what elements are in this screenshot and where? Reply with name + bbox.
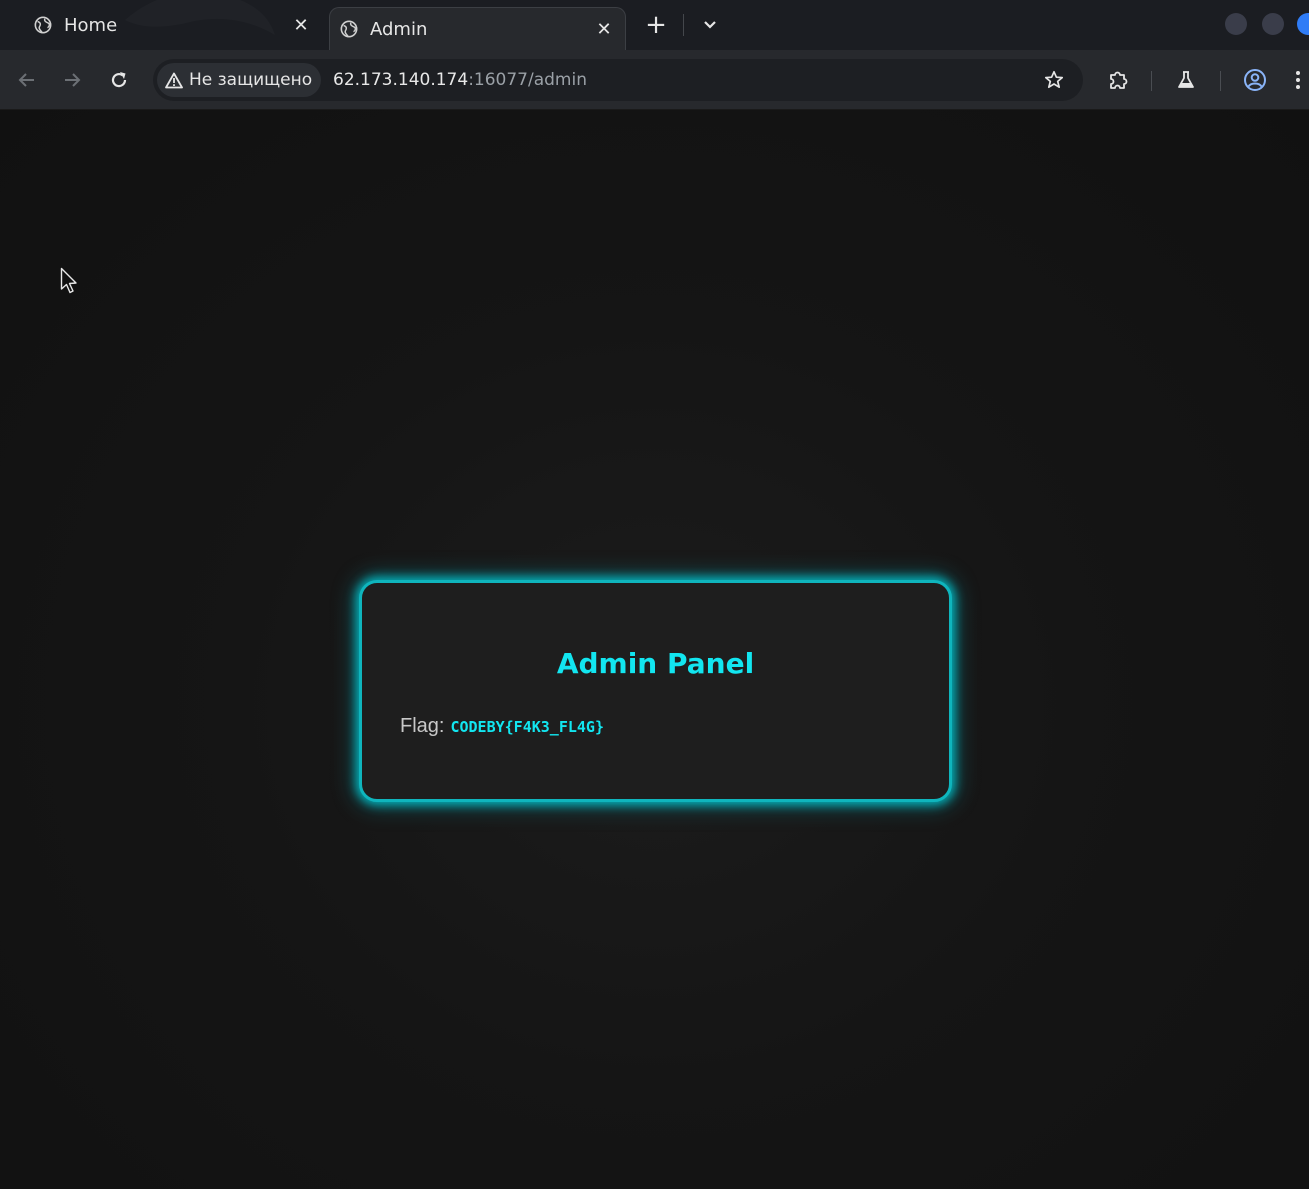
mouse-pointer-icon [60, 267, 77, 294]
window-maximize-button[interactable] [1262, 13, 1284, 35]
tab-admin-title: Admin [370, 18, 428, 40]
window-close-button[interactable] [1297, 13, 1309, 35]
toolbar-divider [1151, 71, 1152, 91]
warning-icon [165, 72, 183, 88]
security-label: Не защищено [189, 70, 313, 90]
tabstrip-divider [683, 14, 684, 36]
tab-search-chevron-down-icon[interactable] [695, 10, 725, 40]
back-arrow-icon[interactable] [12, 65, 42, 95]
extensions-puzzle-icon[interactable] [1103, 65, 1133, 95]
labs-flask-icon[interactable] [1171, 65, 1201, 95]
globe-icon [340, 20, 358, 38]
tab-home-title: Home [64, 14, 118, 36]
admin-panel-card: Admin Panel Flag: CODEBY{F4K3_FL4G} [359, 580, 952, 802]
tab-strip: Home ✕ Admin ✕ + [0, 0, 1309, 50]
page-viewport: Admin Panel Flag: CODEBY{F4K3_FL4G} [0, 110, 1309, 1189]
url-host: 62.173.140.174 [333, 70, 469, 90]
menu-kebab-icon[interactable] [1287, 65, 1309, 95]
url-text[interactable]: 62.173.140.174:16077/admin [333, 59, 587, 101]
url-path: :16077/admin [468, 70, 587, 90]
tab-home[interactable]: Home ✕ [22, 0, 322, 50]
bookmark-star-icon[interactable] [1039, 65, 1069, 95]
address-bar[interactable]: Не защищено 62.173.140.174:16077/admin [153, 59, 1083, 101]
flag-label: Flag: [400, 715, 445, 737]
new-tab-button[interactable]: + [641, 10, 671, 40]
tab-admin[interactable]: Admin ✕ [329, 7, 626, 50]
flag-line: Flag: CODEBY{F4K3_FL4G} [400, 715, 604, 738]
tab-home-close-icon[interactable]: ✕ [286, 10, 316, 40]
browser-toolbar: Не защищено 62.173.140.174:16077/admin [0, 50, 1309, 110]
flag-value: CODEBY{F4K3_FL4G} [450, 718, 604, 736]
tab-admin-close-icon[interactable]: ✕ [589, 14, 619, 44]
security-indicator[interactable]: Не защищено [157, 63, 322, 97]
reload-icon[interactable] [104, 65, 134, 95]
forward-arrow-icon[interactable] [57, 65, 87, 95]
window-minimize-button[interactable] [1225, 13, 1247, 35]
toolbar-divider [1220, 71, 1221, 91]
profile-avatar-icon[interactable] [1240, 65, 1270, 95]
page-title: Admin Panel [556, 647, 755, 680]
globe-icon [34, 16, 52, 34]
